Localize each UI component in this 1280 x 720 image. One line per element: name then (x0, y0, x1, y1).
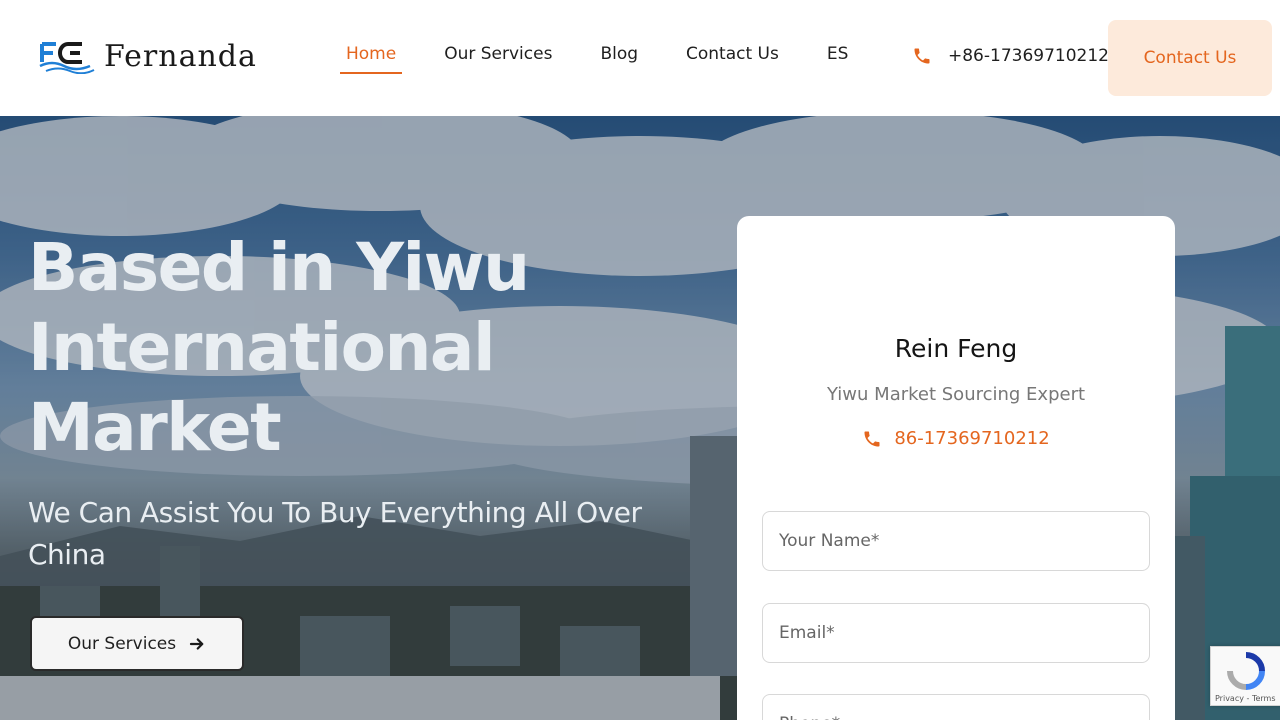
nav-contact-us[interactable]: Contact Us (680, 44, 785, 74)
recaptcha-icon (1227, 652, 1265, 690)
recaptcha-terms[interactable]: Privacy - Terms (1215, 694, 1276, 703)
agent-role: Yiwu Market Sourcing Expert (826, 384, 1086, 405)
phone-input[interactable] (762, 694, 1150, 720)
our-services-button-label: Our Services (67, 633, 177, 654)
main-nav: Home Our Services Blog Contact Us ES (340, 44, 890, 74)
logo-mark-icon (39, 42, 95, 74)
recaptcha-badge[interactable]: Privacy - Terms (1210, 646, 1280, 706)
hero-title: Based in Yiwu International Market (28, 229, 530, 466)
hero-subtitle: We Can Assist You To Buy Everything All … (28, 496, 642, 571)
header-phone-number: +86-17369710212 (948, 46, 1109, 66)
header-phone[interactable]: +86-17369710212 (912, 46, 1109, 66)
nav-language-es[interactable]: ES (821, 44, 855, 74)
name-input[interactable] (762, 511, 1150, 571)
agent-phone[interactable]: 86-17369710212 (737, 428, 1175, 449)
arrow-right-icon (189, 637, 204, 650)
agent-phone-number: 86-17369710212 (894, 428, 1050, 449)
nav-our-services[interactable]: Our Services (438, 44, 558, 74)
site-header: Fernanda Home Our Services Blog Contact … (0, 0, 1280, 116)
nav-blog[interactable]: Blog (594, 44, 644, 74)
logo[interactable]: Fernanda (38, 38, 257, 74)
agent-name: Rein Feng (894, 334, 1018, 363)
our-services-button[interactable]: Our Services (30, 616, 244, 671)
phone-icon (864, 431, 880, 446)
logo-text: Fernanda (104, 38, 257, 74)
contact-card: Rein Feng Yiwu Market Sourcing Expert 86… (737, 216, 1175, 720)
phone-icon (914, 48, 930, 64)
nav-home[interactable]: Home (340, 44, 403, 74)
email-input[interactable] (762, 603, 1150, 663)
contact-us-button[interactable]: Contact Us (1108, 20, 1272, 96)
